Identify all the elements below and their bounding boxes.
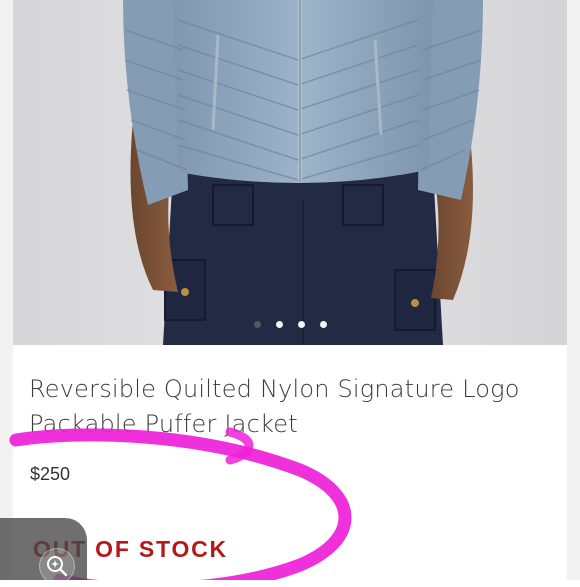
product-price: $250 [30,464,71,484]
visual-search-button[interactable] [0,518,87,584]
page-border-left [0,0,13,580]
product-photo-illustration [13,0,567,345]
carousel-dot-1[interactable] [253,321,261,328]
image-carousel-dots [13,321,567,335]
carousel-dot-4[interactable] [319,321,327,328]
sparkle-search-icon [39,548,75,584]
product-card: Reversible Quilted Nylon Signature Logo … [13,0,567,580]
carousel-dot-2[interactable] [275,321,283,328]
product-title: Reversible Quilted Nylon Signature Logo … [29,375,520,438]
product-image[interactable] [13,0,567,345]
page-border-right [567,0,580,580]
carousel-dot-3[interactable] [297,321,305,328]
